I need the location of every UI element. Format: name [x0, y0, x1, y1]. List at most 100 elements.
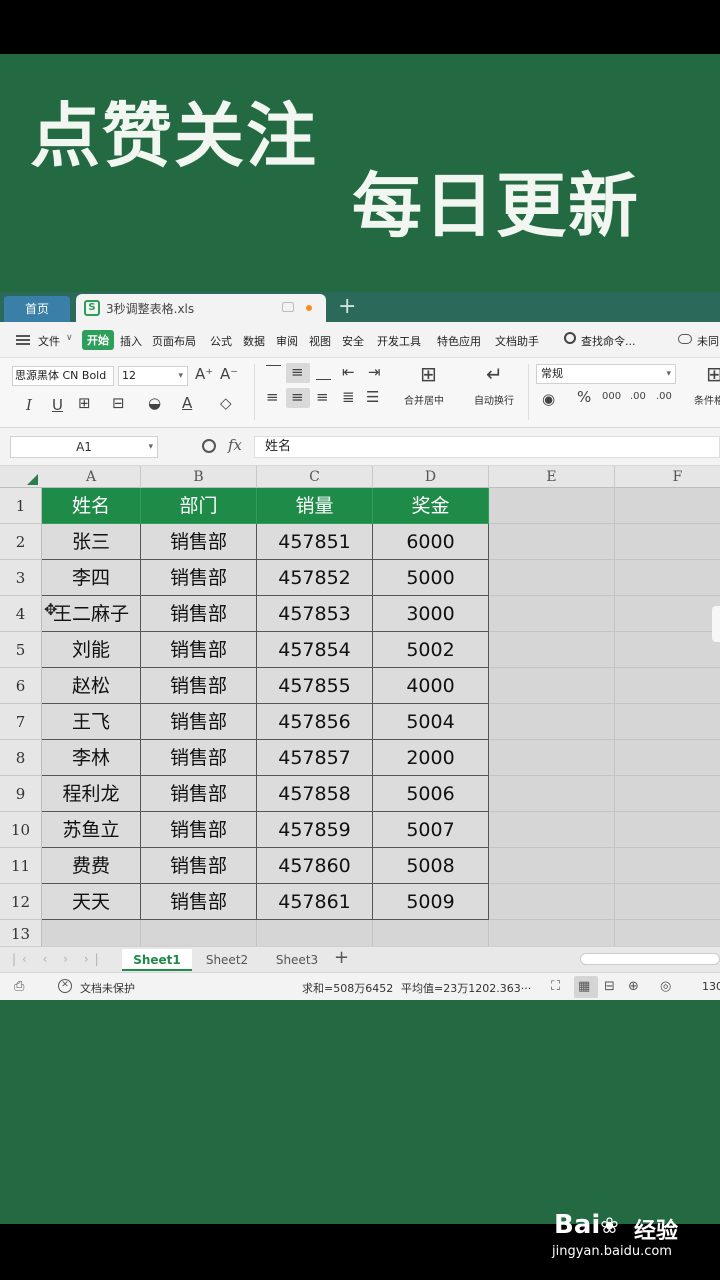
empty-cell[interactable]	[615, 812, 720, 848]
data-cell[interactable]: 457857	[257, 740, 373, 776]
sheet-tab-sheet3[interactable]: Sheet3	[262, 949, 332, 971]
spreadsheet-grid[interactable]: A B C D E F 1 姓名 部门 销量 奖金 2 张三 销售部 457851 6000 3 李四…	[0, 466, 720, 946]
empty-cell[interactable]	[615, 596, 720, 632]
data-cell[interactable]: 5000	[373, 560, 489, 596]
data-cell[interactable]: 苏鱼立	[42, 812, 141, 848]
function-icon[interactable]: fx	[228, 436, 242, 454]
data-cell[interactable]: 费费	[42, 848, 141, 884]
empty-cell[interactable]	[489, 920, 615, 946]
data-cell[interactable]: 赵松	[42, 668, 141, 704]
cell-style-icon[interactable]: ⊟	[112, 396, 125, 411]
row-header[interactable]: 10	[0, 812, 42, 848]
data-cell[interactable]: 天天	[42, 884, 141, 920]
page-break-view-icon[interactable]: ⊕	[628, 979, 639, 994]
empty-cell[interactable]	[615, 920, 720, 946]
name-box[interactable]: A1 ▾	[10, 436, 158, 458]
header-cell[interactable]: 姓名	[42, 488, 141, 524]
empty-cell[interactable]	[489, 488, 615, 524]
empty-cell[interactable]	[615, 632, 720, 668]
align-middle-icon[interactable]: ≡	[291, 365, 304, 380]
merge-center-button[interactable]: 合并居中	[404, 392, 444, 407]
data-cell[interactable]: 457856	[257, 704, 373, 740]
empty-cell[interactable]	[489, 740, 615, 776]
data-cell[interactable]: 销售部	[141, 668, 257, 704]
empty-cell[interactable]	[615, 668, 720, 704]
empty-cell[interactable]	[489, 704, 615, 740]
row-header[interactable]: 12	[0, 884, 42, 920]
data-cell[interactable]: 销售部	[141, 776, 257, 812]
currency-icon[interactable]: ◉	[542, 392, 555, 407]
data-cell[interactable]: 457860	[257, 848, 373, 884]
zoom-level[interactable]: 130	[702, 980, 720, 993]
sync-status[interactable]: 未同	[697, 333, 719, 349]
data-cell[interactable]: 李林	[42, 740, 141, 776]
menu-special-apps[interactable]: 特色应用	[437, 333, 481, 349]
menu-doc-assistant[interactable]: 文档助手	[495, 333, 539, 349]
data-cell[interactable]: 457859	[257, 812, 373, 848]
empty-cell[interactable]	[489, 884, 615, 920]
wrap-text-icon[interactable]: ↵	[486, 364, 503, 384]
align-left-icon[interactable]: ≡	[266, 390, 279, 405]
macro-record-icon[interactable]: ⎙	[14, 979, 24, 994]
empty-cell[interactable]	[489, 596, 615, 632]
conditional-format-button[interactable]: 条件格	[694, 392, 720, 407]
data-cell[interactable]: 457854	[257, 632, 373, 668]
distribute-icon[interactable]: ☰	[366, 390, 379, 405]
data-cell[interactable]: 457853	[257, 596, 373, 632]
empty-cell[interactable]	[489, 812, 615, 848]
data-cell[interactable]: 6000	[373, 524, 489, 560]
data-cell[interactable]: 李四	[42, 560, 141, 596]
empty-cell[interactable]	[615, 524, 720, 560]
empty-cell[interactable]	[615, 884, 720, 920]
empty-cell[interactable]	[615, 488, 720, 524]
data-cell[interactable]: 销售部	[141, 596, 257, 632]
page-layout-view-icon[interactable]: ⊟	[604, 979, 615, 994]
row-header[interactable]: 13	[0, 920, 42, 946]
sheet-tab-sheet2[interactable]: Sheet2	[192, 949, 262, 971]
empty-cell[interactable]	[42, 920, 141, 946]
empty-cell[interactable]	[489, 560, 615, 596]
horizontal-scrollbar[interactable]	[580, 953, 720, 965]
justify-icon[interactable]: ≣	[342, 390, 355, 405]
empty-cell[interactable]	[489, 632, 615, 668]
row-header[interactable]: 5	[0, 632, 42, 668]
empty-cell[interactable]	[489, 776, 615, 812]
menu-home[interactable]: 开始	[82, 330, 114, 350]
number-format-select[interactable]: 常规 ▾	[536, 364, 676, 384]
underline-icon[interactable]: U	[52, 398, 63, 413]
align-bottom-icon[interactable]: ⎽	[316, 365, 331, 380]
data-cell[interactable]: 457858	[257, 776, 373, 812]
data-cell[interactable]: 457855	[257, 668, 373, 704]
percent-icon[interactable]: %	[577, 390, 591, 405]
align-right-icon[interactable]: ≡	[316, 390, 329, 405]
merge-center-icon[interactable]: ⊞	[420, 364, 437, 384]
empty-cell[interactable]	[373, 920, 489, 946]
empty-cell[interactable]	[615, 776, 720, 812]
data-cell[interactable]: 2000	[373, 740, 489, 776]
data-cell[interactable]: 销售部	[141, 884, 257, 920]
font-color-icon[interactable]: A	[182, 396, 192, 411]
wrap-text-button[interactable]: 自动换行	[474, 392, 514, 407]
column-header-a[interactable]: A	[42, 466, 141, 488]
empty-cell[interactable]	[141, 920, 257, 946]
empty-cell[interactable]	[489, 668, 615, 704]
data-cell[interactable]: 程利龙	[42, 776, 141, 812]
tab-document[interactable]: S 3秒调整表格.xls	[76, 294, 326, 322]
row-header[interactable]: 6	[0, 668, 42, 704]
indent-decrease-icon[interactable]: ⇤	[342, 365, 355, 380]
empty-cell[interactable]	[489, 848, 615, 884]
font-name-select[interactable]: 思源黑体 CN Bold	[12, 366, 114, 386]
indent-increase-icon[interactable]: ⇥	[368, 365, 381, 380]
data-cell[interactable]: 4000	[373, 668, 489, 704]
menu-security[interactable]: 安全	[342, 333, 364, 349]
data-cell[interactable]: 5008	[373, 848, 489, 884]
empty-cell[interactable]	[489, 524, 615, 560]
data-cell[interactable]: 销售部	[141, 632, 257, 668]
row-header[interactable]: 3	[0, 560, 42, 596]
empty-cell[interactable]	[615, 848, 720, 884]
thousands-separator-icon[interactable]: 000	[602, 392, 621, 402]
column-header-e[interactable]: E	[489, 466, 615, 488]
add-sheet-button[interactable]: +	[334, 947, 349, 968]
row-header[interactable]: 2	[0, 524, 42, 560]
search-icon[interactable]	[564, 332, 576, 344]
